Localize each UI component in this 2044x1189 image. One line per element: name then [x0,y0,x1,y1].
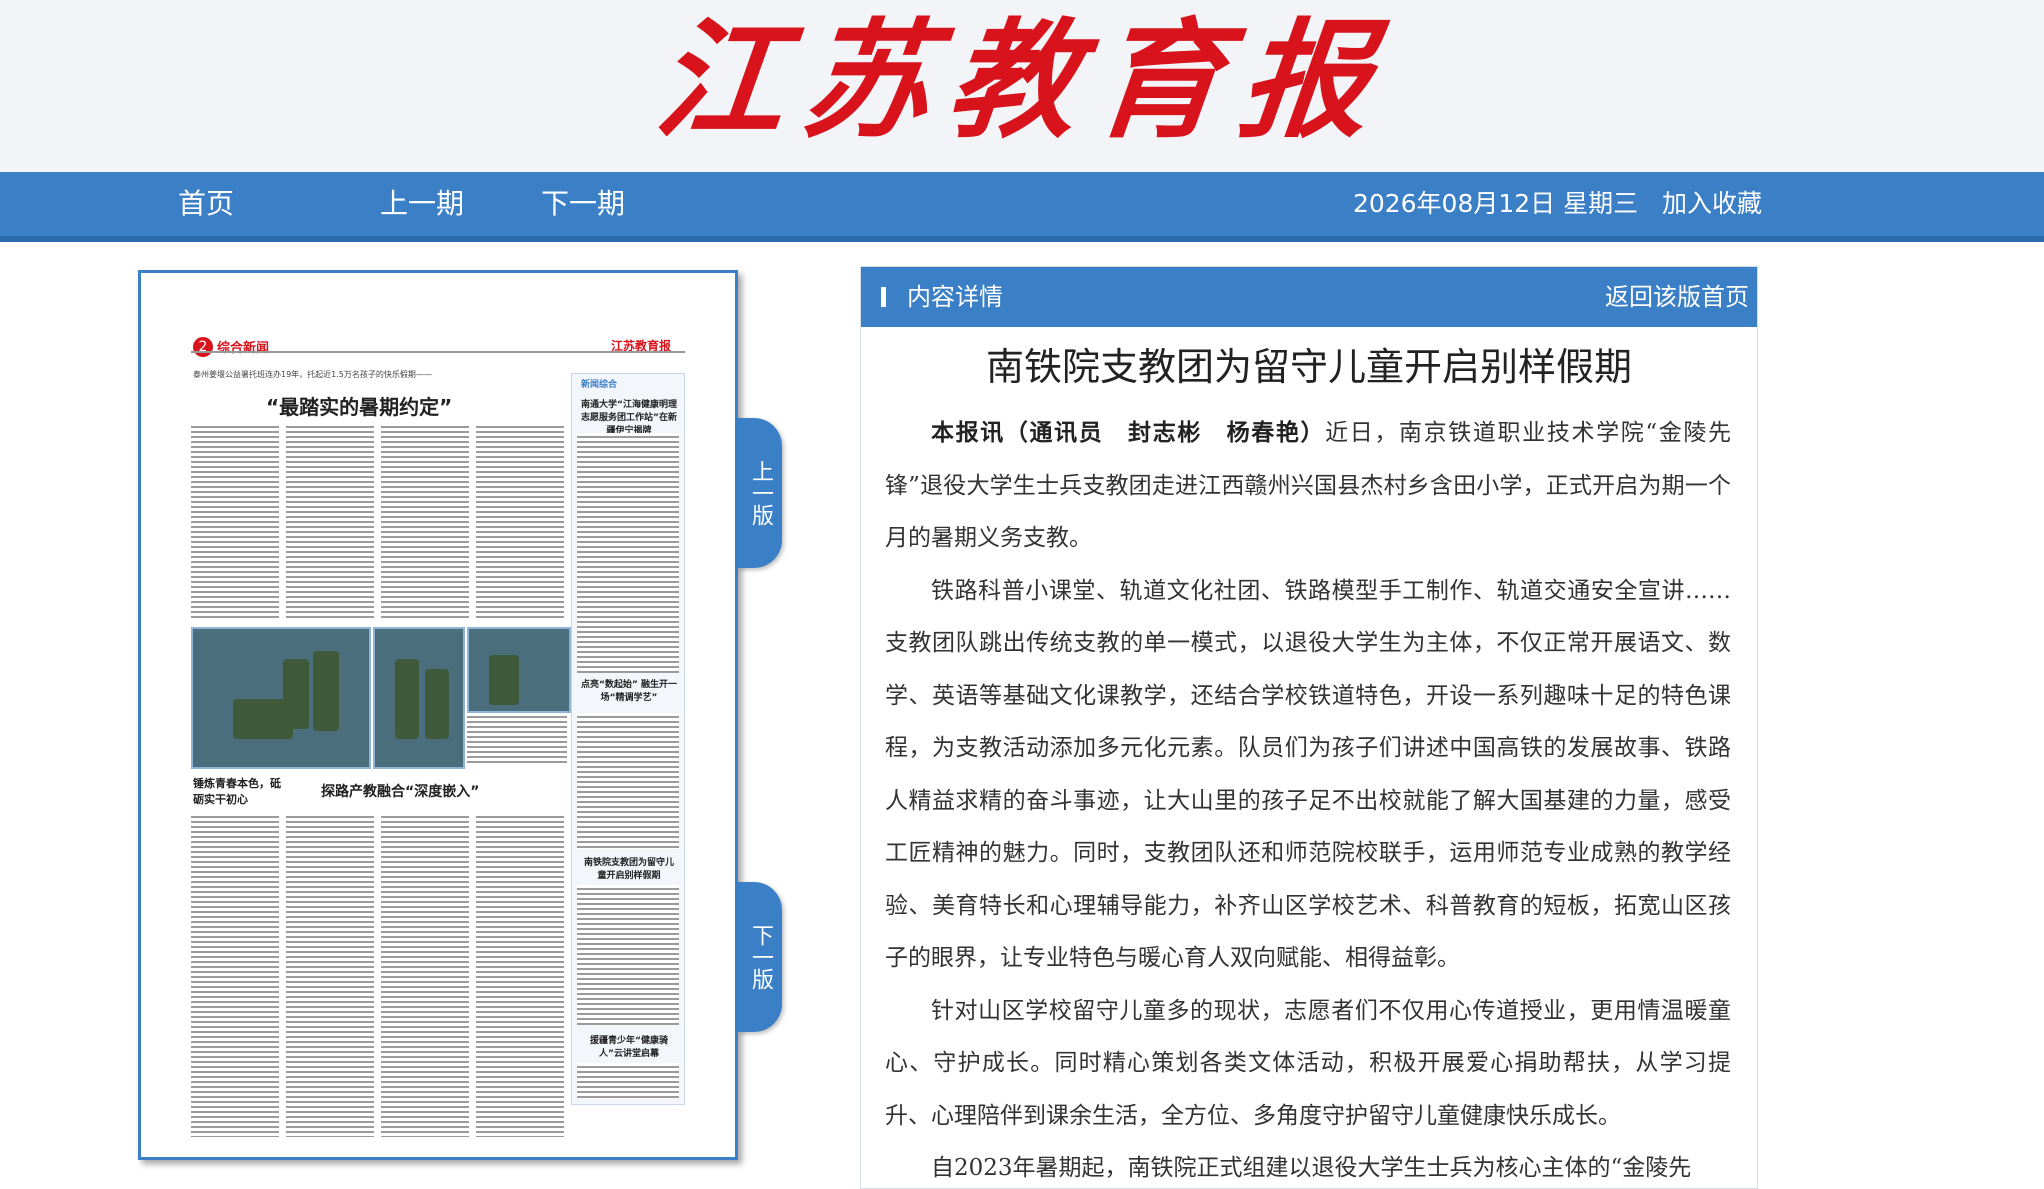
photo-figure [233,699,293,739]
sidebar-text[interactable] [577,1063,679,1099]
page-subheadline: 泰州姜堰公益暑托班连办19年，托起近1.5万名孩子的快乐假期—— [193,370,432,379]
photo-caption [467,713,567,765]
page-main-headline[interactable]: “最踏实的暑期约定” [266,391,452,420]
article-column[interactable] [476,813,564,1137]
article-column[interactable] [286,813,374,1137]
article-header-label: 内容详情 [907,283,1003,311]
bookmark-link[interactable]: 加入收藏 [1662,189,1762,218]
article-title: 南铁院支教团为留守儿童开启别样假期 [985,345,1632,389]
article-column[interactable] [191,423,279,621]
photo-figure [489,655,519,705]
prev-page-tab[interactable]: 上一版 [738,418,782,568]
nav-next-issue-link[interactable]: 下一期 [541,186,625,222]
sidebar-title: 新闻综合 [581,380,618,390]
site-header: 江苏教育报 [0,0,2044,172]
page-top-rule [191,351,685,353]
article-paragraph: 针对山区学校留守儿童多的现状，志愿者们不仅用心传道授业，更用情温暖童心、守护成长… [885,997,1731,1129]
page-headline-3[interactable]: 锤炼青春本色，砥砺实干初心 [193,775,283,807]
nav-right-group: 2026年08月12日 星期三 加入收藏 [1353,186,1762,222]
article-column[interactable] [191,813,279,1137]
article-header-bar: 内容详情 返回该版首页 [861,267,1757,327]
article-column[interactable] [381,423,469,621]
photo-figure [395,659,419,739]
page-photo-middle[interactable] [373,627,465,769]
sidebar-text[interactable] [577,433,679,673]
back-to-page-link[interactable]: 返回该版首页 [1605,279,1749,315]
sidebar-text[interactable] [577,713,679,849]
next-page-tab[interactable]: 下一版 [738,882,782,1032]
top-navbar: 首页 上一期 下一期 2026年08月12日 星期三 加入收藏 [0,172,2044,242]
article-body: 本报讯（通讯员 封志彬 杨春艳）近日，南京铁道职业技术学院“金陵先锋”退役大学生… [885,407,1731,1188]
photo-figure [313,651,339,731]
masthead-logo: 江苏教育报 [649,6,1395,156]
sidebar-headline[interactable]: 点亮“数起始” 融生开一场“精调学艺” [581,677,677,703]
sidebar-headline[interactable]: 南通大学“江海健康明理志愿服务团工作站”在新疆伊宁揭牌 [581,397,677,436]
article-paragraph: 本报讯（通讯员 封志彬 杨春艳）近日，南京铁道职业技术学院“金陵先锋”退役大学生… [885,407,1731,565]
header-accent-bar [881,287,886,307]
photo-figure [425,669,449,739]
sidebar-text[interactable] [577,885,679,1025]
article-column[interactable] [381,813,469,1137]
article-column[interactable] [476,423,564,621]
article-paragraph: 自2023年暑期起，南铁院正式组建以退役大学生士兵为核心主体的“金陵先 [931,1155,1692,1181]
sidebar-headline[interactable]: 援疆青少年“健康骑人”云讲堂启幕 [581,1033,677,1059]
current-date: 2026年08月12日 星期三 [1352,189,1639,218]
nav-prev-issue-link[interactable]: 上一期 [380,186,464,222]
sidebar-headline[interactable]: 南铁院支教团为留守儿童开启别样假期 [581,855,677,881]
article-column[interactable] [286,423,374,621]
page-number-badge: 2 [193,337,213,357]
page-photo-right[interactable] [467,627,571,713]
article-byline: 本报讯（通讯员 封志彬 杨春艳） [931,419,1326,446]
page-photo-left[interactable] [191,627,371,769]
newspaper-page-image[interactable]: 2 综合新闻 江苏教育报 泰州姜堰公益暑托班连办19年，托起近1.5万名孩子的快… [138,270,738,1160]
nav-home-link[interactable]: 首页 [178,186,234,222]
page-headline-2[interactable]: 探路产教融合“深度嵌入” [321,781,479,801]
page-section-label: 综合新闻 [217,341,270,356]
article-panel: 内容详情 返回该版首页 南铁院支教团为留守儿童开启别样假期 本报讯（通讯员 封志… [860,266,1758,1189]
article-paragraph: 铁路科普小课堂、轨道文化社团、铁路模型手工制作、轨道交通安全宣讲……支教团队跳出… [885,577,1731,972]
